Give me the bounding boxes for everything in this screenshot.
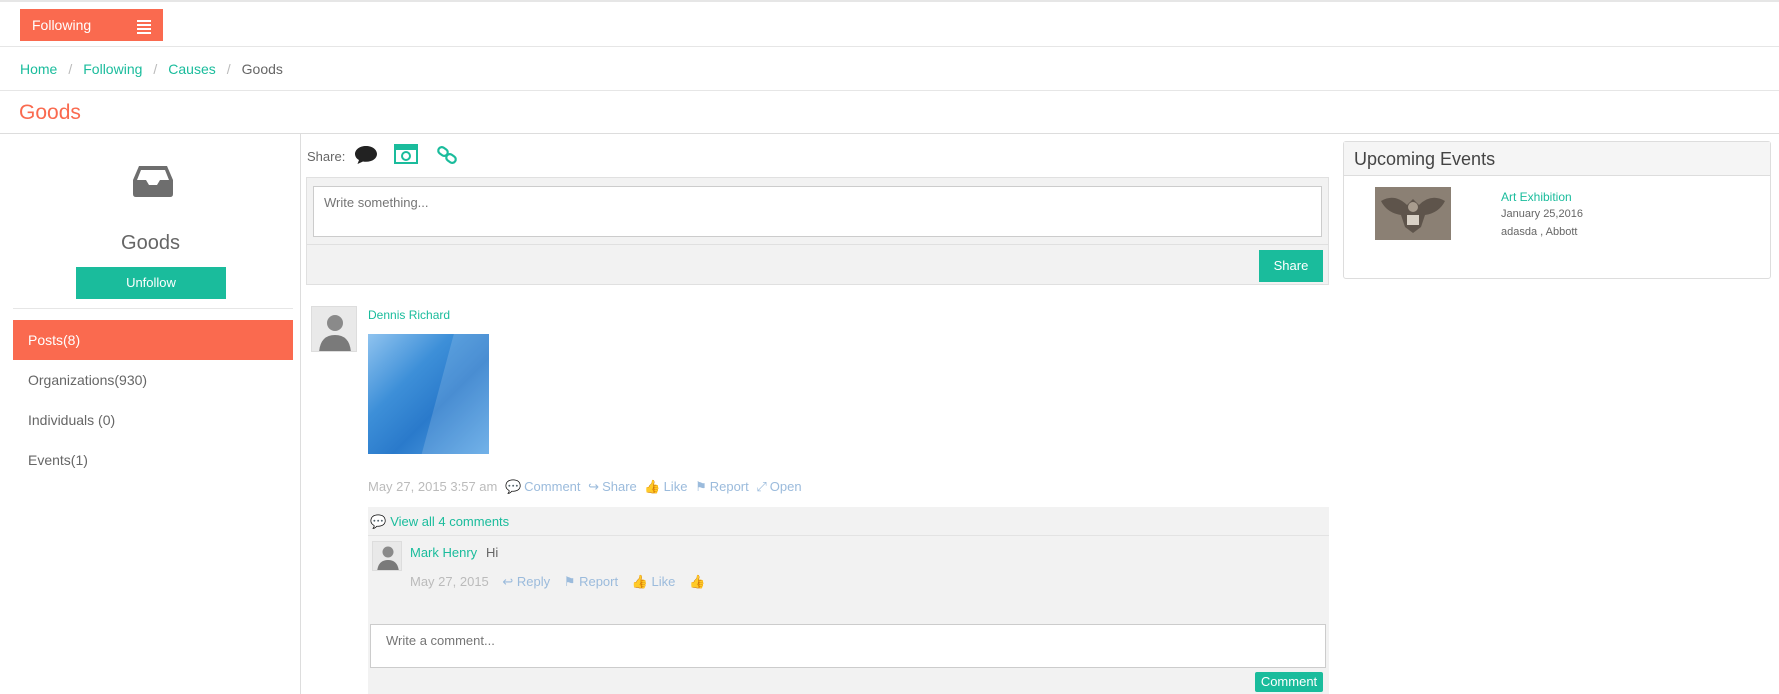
breadcrumb-home[interactable]: Home: [20, 61, 57, 77]
thumbs-up-icon[interactable]: 👍: [689, 574, 705, 589]
hamburger-icon: [137, 20, 151, 36]
nav-item-individuals[interactable]: Individuals (0): [13, 400, 293, 440]
report-action-label: Report: [709, 479, 749, 494]
breadcrumb-causes[interactable]: Causes: [168, 61, 215, 77]
breadcrumb-separator: /: [68, 61, 73, 77]
comment-action-label: Comment: [524, 479, 581, 494]
avatar[interactable]: [372, 541, 402, 571]
flag-icon: ⚑: [695, 479, 707, 494]
breadcrumb-separator: /: [153, 61, 158, 77]
like-action[interactable]: 👍 Like: [644, 479, 687, 494]
event-place: adasda , Abbott: [1501, 226, 1578, 238]
comment-like-action[interactable]: 👍 Like: [632, 574, 676, 589]
reply-action[interactable]: ↩ Reply: [502, 574, 550, 589]
comment-text: Hi: [486, 545, 499, 560]
comment-item: Mark Henry Hi May 27, 2015 ↩ Reply ⚑ Rep…: [368, 535, 1329, 615]
comments-icon: 💬: [370, 514, 387, 529]
flag-icon: ⚑: [563, 574, 580, 589]
post-author[interactable]: Dennis Richard: [368, 308, 450, 322]
share-action[interactable]: ↪ Share: [588, 479, 637, 494]
upcoming-events-heading: Upcoming Events: [1344, 142, 1770, 176]
photo-camera-icon[interactable]: [394, 143, 418, 165]
divider: [307, 244, 1328, 245]
comment-report-action[interactable]: ⚑ Report: [564, 574, 618, 589]
avatar[interactable]: [311, 306, 357, 352]
chat-bubble-icon[interactable]: [354, 144, 378, 166]
upcoming-events-panel: Upcoming Events Art Exhibition January 2…: [1343, 141, 1771, 279]
event-thumbnail[interactable]: [1375, 187, 1451, 240]
breadcrumb: Home / Following / Causes / Goods: [0, 47, 1779, 91]
comments-icon: 💬: [504, 479, 522, 494]
comment-like-label: Like: [651, 574, 676, 589]
expand-icon: ⤢: [756, 479, 767, 494]
share-action-label: Share: [602, 479, 637, 494]
link-icon[interactable]: [436, 145, 458, 165]
share-arrow-icon: ↪: [588, 479, 600, 494]
breadcrumb-current: Goods: [241, 61, 283, 77]
following-menu-button[interactable]: Following: [20, 9, 163, 41]
comment-date: May 27, 2015: [410, 574, 489, 589]
breadcrumb-following[interactable]: Following: [83, 61, 142, 77]
comment-input[interactable]: [370, 624, 1326, 668]
like-action-label: Like: [663, 479, 688, 494]
cause-sidebar: Goods Unfollow Posts(8) Organizations(93…: [0, 134, 301, 694]
comment-report-label: Report: [579, 574, 619, 589]
cause-nav: Posts(8) Organizations(930) Individuals …: [13, 320, 293, 480]
open-action[interactable]: ⤢ Open: [756, 479, 801, 494]
comment-action[interactable]: 💬 Comment: [505, 479, 581, 494]
share-button[interactable]: Share: [1259, 250, 1323, 282]
user-silhouette-icon: [377, 546, 399, 570]
event-title[interactable]: Art Exhibition: [1501, 190, 1572, 204]
view-all-comments-label: View all 4 comments: [390, 514, 510, 529]
nav-item-events[interactable]: Events(1): [13, 440, 293, 480]
eagle-relief-image: [1375, 187, 1451, 240]
reply-action-label: Reply: [516, 574, 551, 589]
unfollow-button[interactable]: Unfollow: [76, 267, 226, 299]
page-title: Goods: [0, 91, 1779, 134]
post-composer: [306, 177, 1329, 285]
comment-button[interactable]: Comment: [1255, 672, 1323, 692]
top-bar: Following: [0, 0, 1779, 47]
comment-meta: May 27, 2015 ↩ Reply ⚑ Report 👍 Like 👍: [410, 574, 705, 590]
reply-icon: ↩: [502, 574, 517, 589]
view-all-comments-link[interactable]: 💬 View all 4 comments: [370, 514, 509, 530]
thumbs-up-icon: 👍: [631, 574, 652, 589]
event-date: January 25,2016: [1501, 208, 1583, 220]
following-label: Following: [32, 17, 92, 33]
inbox-tray-icon: [133, 166, 173, 197]
cause-name: Goods: [121, 232, 180, 254]
comment-author[interactable]: Mark Henry: [410, 545, 477, 560]
divider: [13, 308, 293, 309]
thumbs-up-icon: 👍: [644, 479, 661, 494]
nav-item-posts[interactable]: Posts(8): [13, 320, 293, 360]
post-image[interactable]: [368, 334, 489, 454]
post-meta: May 27, 2015 3:57 am 💬 Comment ↪ Share 👍 Li…: [368, 479, 802, 495]
comments-section: 💬 View all 4 comments Mark Henry Hi May 2…: [368, 507, 1329, 694]
post-input[interactable]: [313, 186, 1322, 237]
nav-item-organizations[interactable]: Organizations(930): [13, 360, 293, 400]
share-label: Share:: [307, 149, 346, 164]
user-silhouette-icon: [319, 315, 351, 351]
breadcrumb-separator: /: [226, 61, 231, 77]
post-timestamp: May 27, 2015 3:57 am: [368, 479, 498, 494]
report-action[interactable]: ⚑ Report: [695, 479, 749, 494]
open-action-label: Open: [769, 479, 802, 494]
